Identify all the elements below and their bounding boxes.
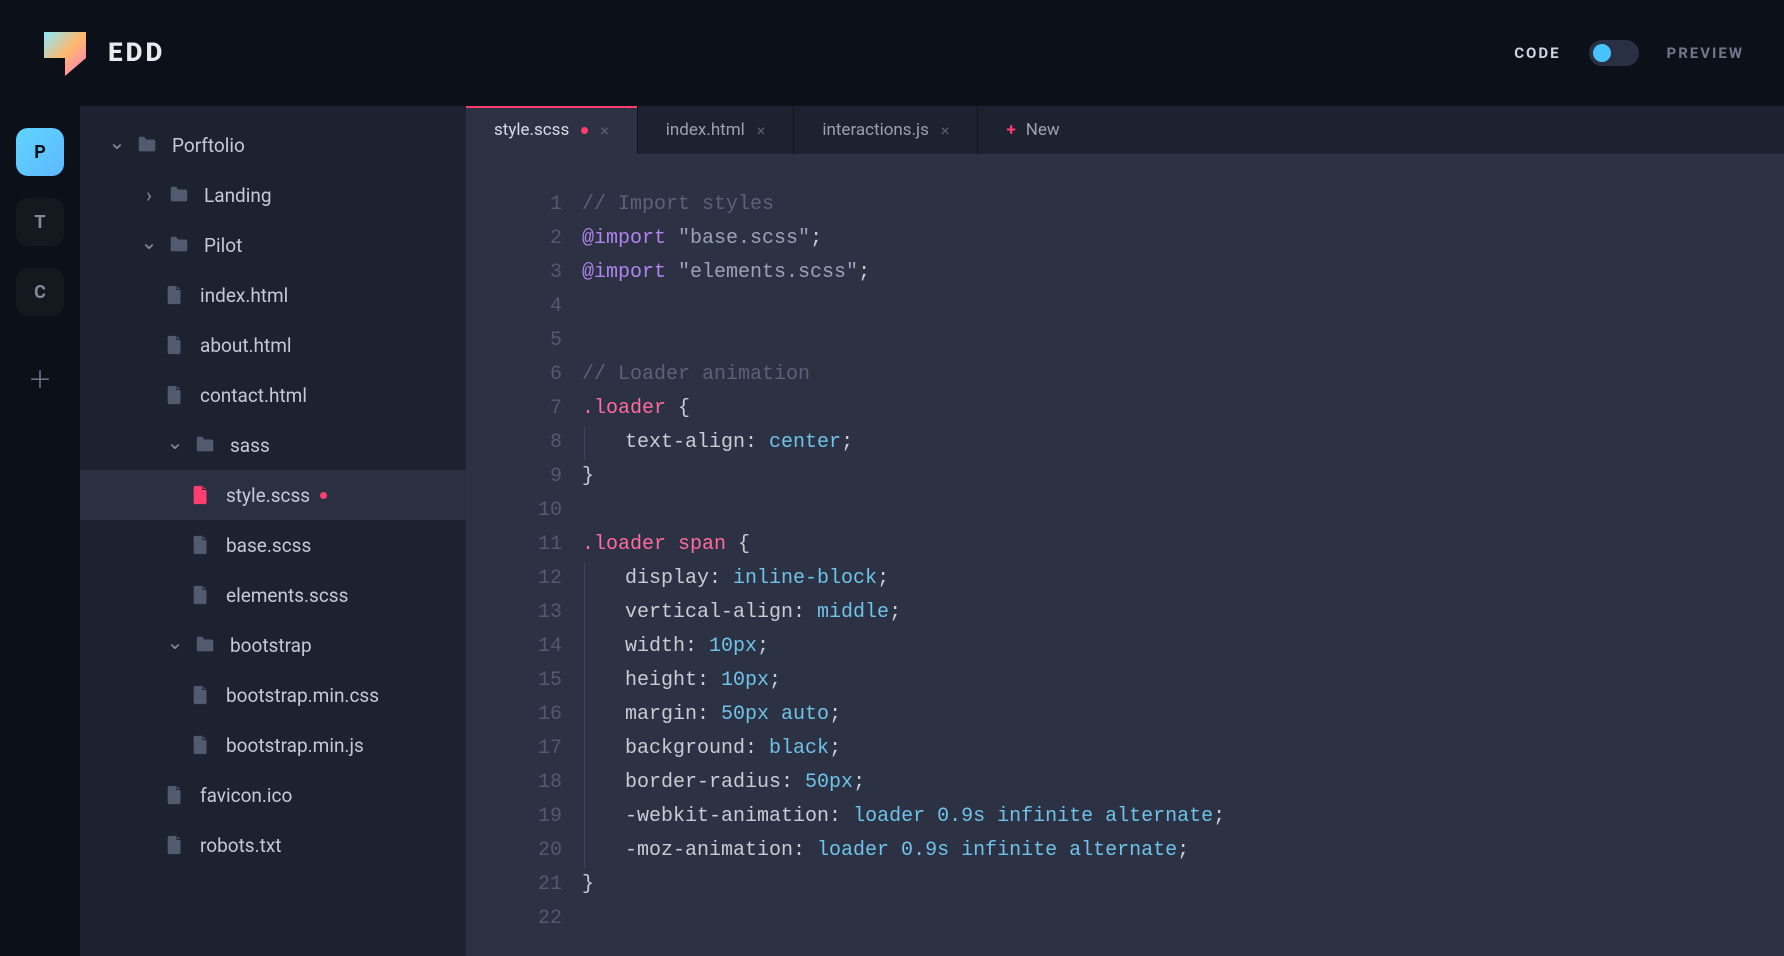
tree-item-label: robots.txt [200, 834, 281, 857]
tab-interactions-js[interactable]: interactions.js × [794, 106, 978, 154]
close-icon[interactable]: × [600, 121, 609, 140]
file-icon [164, 284, 186, 306]
file-icon [190, 534, 212, 556]
code-mode-label[interactable]: CODE [1514, 44, 1560, 62]
folder-Porftolio[interactable]: Porftolio [80, 120, 466, 170]
chevron-right-icon [138, 183, 160, 207]
tree-item-label: style.scss [226, 484, 310, 507]
file-icon [190, 484, 212, 506]
modified-dot-icon [581, 127, 588, 134]
header: EDD CODE PREVIEW [0, 0, 1784, 106]
rail-project-t[interactable]: T [16, 198, 64, 246]
code-area[interactable]: 12345678910111213141516171819202122 // I… [466, 154, 1784, 956]
file-tree: Porftolio Landing Pilot index.html about.htm… [80, 106, 466, 956]
folder-bootstrap[interactable]: bootstrap [80, 620, 466, 670]
tree-item-label: about.html [200, 334, 292, 357]
rail-project-c[interactable]: C [16, 268, 64, 316]
file-icon [164, 834, 186, 856]
file-icon [190, 584, 212, 606]
folder-icon [194, 434, 216, 456]
toggle-knob [1593, 44, 1611, 62]
folder-icon [168, 184, 190, 206]
close-icon[interactable]: × [941, 121, 950, 140]
tab-style-scss[interactable]: style.scss × [466, 106, 638, 154]
folder-Pilot[interactable]: Pilot [80, 220, 466, 270]
file-icon [164, 384, 186, 406]
tab-label: style.scss [494, 120, 569, 140]
file-favicon-ico[interactable]: favicon.ico [80, 770, 466, 820]
file-elements-scss[interactable]: elements.scss [80, 570, 466, 620]
app-name: EDD [108, 38, 165, 68]
tree-item-label: sass [230, 434, 270, 457]
chevron-down-icon [138, 233, 160, 257]
view-mode-switcher: CODE PREVIEW [1514, 40, 1744, 66]
tree-item-label: favicon.ico [200, 784, 292, 807]
logo-icon [40, 28, 90, 78]
add-project-button[interactable]: ＋ [28, 360, 52, 395]
plus-icon: + [1006, 120, 1015, 140]
logo: EDD [40, 28, 165, 78]
tree-item-label: contact.html [200, 384, 307, 407]
file-icon [190, 734, 212, 756]
tree-item-label: Landing [204, 184, 272, 207]
file-bootstrap-min-js[interactable]: bootstrap.min.js [80, 720, 466, 770]
line-gutter: 12345678910111213141516171819202122 [466, 188, 582, 956]
project-rail: PTC ＋ [0, 106, 80, 956]
tree-item-label: base.scss [226, 534, 311, 557]
file-icon [164, 334, 186, 356]
folder-icon [168, 234, 190, 256]
file-icon [164, 784, 186, 806]
tab-label: index.html [666, 120, 745, 140]
editor-tabs: style.scss × index.html × interactions.js × +… [466, 106, 1784, 154]
tab-label: interactions.js [822, 120, 929, 140]
file-icon [190, 684, 212, 706]
file-robots-txt[interactable]: robots.txt [80, 820, 466, 870]
tree-item-label: elements.scss [226, 584, 348, 607]
tree-item-label: bootstrap [230, 634, 312, 657]
mode-toggle[interactable] [1589, 40, 1639, 66]
chevron-down-icon [164, 433, 186, 457]
new-tab-label: New [1026, 120, 1060, 140]
file-contact-html[interactable]: contact.html [80, 370, 466, 420]
tree-item-label: Porftolio [172, 134, 245, 157]
preview-mode-label[interactable]: PREVIEW [1667, 44, 1744, 62]
file-base-scss[interactable]: base.scss [80, 520, 466, 570]
file-style-scss[interactable]: style.scss [80, 470, 466, 520]
folder-icon [194, 634, 216, 656]
editor: style.scss × index.html × interactions.js × +… [466, 106, 1784, 956]
tab-index-html[interactable]: index.html × [638, 106, 795, 154]
chevron-down-icon [164, 633, 186, 657]
folder-Landing[interactable]: Landing [80, 170, 466, 220]
tree-item-label: index.html [200, 284, 288, 307]
chevron-down-icon [106, 133, 128, 157]
tree-item-label: bootstrap.min.css [226, 684, 379, 707]
close-icon[interactable]: × [757, 121, 766, 140]
modified-dot-icon [320, 492, 327, 499]
file-about-html[interactable]: about.html [80, 320, 466, 370]
new-tab-button[interactable]: + New [978, 106, 1087, 154]
tree-item-label: Pilot [204, 234, 242, 257]
folder-icon [136, 134, 158, 156]
rail-project-p[interactable]: P [16, 128, 64, 176]
file-index-html[interactable]: index.html [80, 270, 466, 320]
folder-sass[interactable]: sass [80, 420, 466, 470]
file-bootstrap-min-css[interactable]: bootstrap.min.css [80, 670, 466, 720]
tree-item-label: bootstrap.min.js [226, 734, 364, 757]
code-content[interactable]: // Import styles@import "base.scss";@imp… [582, 188, 1784, 956]
